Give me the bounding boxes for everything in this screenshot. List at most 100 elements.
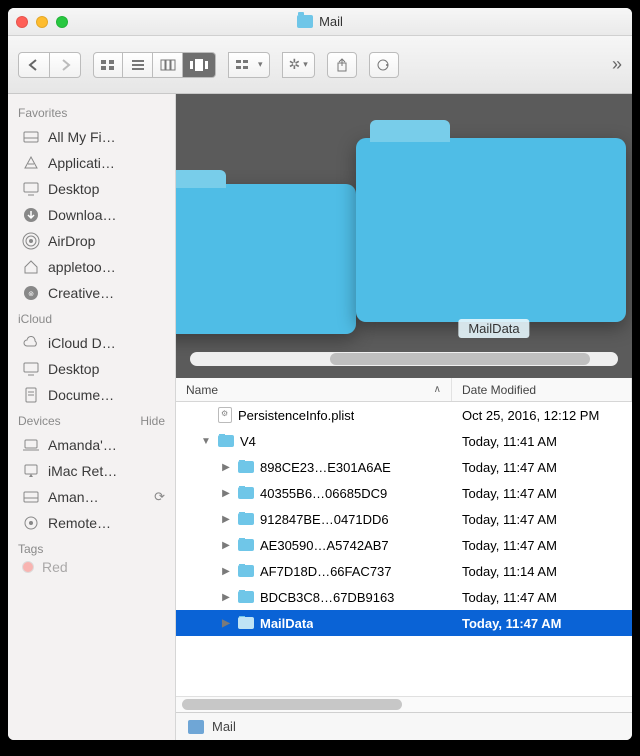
cc-icon: ⊚: [22, 284, 40, 302]
sidebar-item[interactable]: Desktop: [8, 356, 175, 382]
file-date: Today, 11:47 AM: [452, 486, 632, 501]
back-button[interactable]: [18, 52, 50, 78]
main-pane: MailData Name ∧ Date Modified Persistenc…: [176, 94, 632, 740]
disk-icon: [22, 488, 40, 506]
coverflow-area[interactable]: MailData: [176, 94, 632, 378]
toolbar-overflow-button[interactable]: »: [612, 54, 622, 75]
folder-icon: [238, 461, 254, 473]
disclosure-triangle[interactable]: ▶: [220, 566, 232, 577]
file-row[interactable]: ▶AE30590…A5742AB7Today, 11:47 AM: [176, 532, 632, 558]
tags-button[interactable]: [369, 52, 399, 78]
zoom-button[interactable]: [56, 16, 68, 28]
icon-view-button[interactable]: [93, 52, 123, 78]
file-row[interactable]: PersistenceInfo.plistOct 25, 2016, 12:12…: [176, 402, 632, 428]
sidebar-item[interactable]: Desktop: [8, 176, 175, 202]
arrange-group: ▾: [228, 52, 270, 78]
sidebar-item[interactable]: Docume…: [8, 382, 175, 408]
svg-text:⊚: ⊚: [28, 291, 34, 298]
file-name: 898CE23…E301A6AE: [260, 460, 391, 475]
coverflow-item-prev[interactable]: [176, 184, 356, 334]
list-h-scrollbar[interactable]: [176, 696, 632, 712]
disclosure-triangle[interactable]: ▶: [220, 618, 232, 629]
folder-icon: [238, 487, 254, 499]
folder-icon: [238, 565, 254, 577]
sidebar-item[interactable]: ⊚ Creative…: [8, 280, 175, 306]
file-date: Today, 11:47 AM: [452, 460, 632, 475]
sidebar-item-label: Desktop: [48, 361, 99, 377]
view-buttons: [93, 52, 216, 78]
disclosure-triangle[interactable]: ▼: [200, 436, 212, 447]
sidebar-item[interactable]: Amanda'…: [8, 432, 175, 458]
sidebar-item-label: Downloa…: [48, 207, 116, 223]
cloud-icon: [22, 334, 40, 352]
coverflow-view-button[interactable]: [183, 52, 216, 78]
file-row[interactable]: ▶ 898CE23…E301A6AE Today, 11:47 AM: [176, 454, 632, 480]
sidebar-item[interactable]: All My Fi…: [8, 124, 175, 150]
finder-window: Mail ▾ ✲▾ » Favorites All My Fi… Applicati…: [8, 8, 632, 740]
file-row[interactable]: ▶MailDataToday, 11:47 AM: [176, 610, 632, 636]
file-name: V4: [240, 434, 256, 449]
file-name: 40355B6…06685DC9: [260, 486, 387, 501]
doc-icon: [22, 386, 40, 404]
titlebar: Mail: [8, 8, 632, 36]
sidebar-item[interactable]: Red: [8, 560, 175, 574]
disclosure-triangle[interactable]: ▶: [220, 514, 232, 525]
coverflow-item-current[interactable]: [356, 138, 626, 322]
sidebar-item-label: iMac Ret…: [48, 463, 117, 479]
file-date: Today, 11:14 AM: [452, 564, 632, 579]
file-name: PersistenceInfo.plist: [238, 408, 354, 423]
file-date: Today, 11:47 AM: [452, 538, 632, 553]
sidebar-item[interactable]: iCloud D…: [8, 330, 175, 356]
path-bar[interactable]: Mail: [176, 712, 632, 740]
sidebar-section-header: Favorites: [8, 100, 175, 124]
folder-icon: [238, 539, 254, 551]
sidebar-item-label: Red: [42, 560, 68, 574]
file-row[interactable]: ▶ 40355B6…06685DC9 Today, 11:47 AM: [176, 480, 632, 506]
file-name: BDCB3C8…67DB9163: [260, 590, 394, 605]
sidebar-item[interactable]: Remote…: [8, 510, 175, 536]
sidebar-item-label: Docume…: [48, 387, 114, 403]
forward-button[interactable]: [50, 52, 81, 78]
tag-icon: [22, 561, 34, 573]
toolbar: ▾ ✲▾ »: [8, 36, 632, 94]
share-button[interactable]: [327, 52, 357, 78]
disclosure-triangle[interactable]: ▶: [220, 592, 232, 603]
arrange-button[interactable]: ▾: [228, 52, 270, 78]
column-header-name-label: Name: [186, 383, 218, 397]
sidebar-item-label: appletoo…: [48, 259, 116, 275]
sidebar-item-label: All My Fi…: [48, 129, 116, 145]
sidebar-item[interactable]: Downloa…: [8, 202, 175, 228]
file-name: MailData: [260, 616, 313, 631]
sync-icon: ⟳: [154, 489, 165, 505]
sidebar-item-label: Creative…: [48, 285, 114, 301]
file-row[interactable]: ▶BDCB3C8…67DB9163Today, 11:47 AM: [176, 584, 632, 610]
sidebar-item[interactable]: appletoo…: [8, 254, 175, 280]
desktop-icon: [22, 360, 40, 378]
sidebar-hide-button[interactable]: Hide: [140, 414, 165, 428]
minimize-button[interactable]: [36, 16, 48, 28]
file-row[interactable]: ▼ V4 Today, 11:41 AM: [176, 428, 632, 454]
sidebar-item[interactable]: AirDrop: [8, 228, 175, 254]
sidebar-item[interactable]: Aman…⟳: [8, 484, 175, 510]
list-view-button[interactable]: [123, 52, 153, 78]
disclosure-triangle[interactable]: ▶: [220, 540, 232, 551]
close-button[interactable]: [16, 16, 28, 28]
action-button[interactable]: ✲▾: [282, 52, 315, 78]
file-row[interactable]: ▶912847BE…0471DD6Today, 11:47 AM: [176, 506, 632, 532]
column-header-name[interactable]: Name ∧: [176, 378, 452, 401]
file-list[interactable]: PersistenceInfo.plistOct 25, 2016, 12:12…: [176, 402, 632, 696]
file-row[interactable]: ▶AF7D18D…66FAC737Today, 11:14 AM: [176, 558, 632, 584]
sidebar-item[interactable]: Applicati…: [8, 150, 175, 176]
sidebar-item-label: Amanda'…: [48, 437, 117, 453]
coverflow-scroll-thumb[interactable]: [330, 353, 590, 365]
folder-icon: [238, 513, 254, 525]
disclosure-triangle[interactable]: ▶: [220, 488, 232, 499]
disclosure-triangle[interactable]: ▶: [220, 462, 232, 473]
column-view-button[interactable]: [153, 52, 183, 78]
imac-icon: [22, 462, 40, 480]
file-date: Today, 11:41 AM: [452, 434, 632, 449]
sidebar-item[interactable]: iMac Ret…: [8, 458, 175, 484]
list-h-scroll-thumb[interactable]: [182, 699, 402, 710]
coverflow-scrollbar[interactable]: [190, 352, 618, 366]
column-header-date[interactable]: Date Modified: [452, 378, 632, 401]
